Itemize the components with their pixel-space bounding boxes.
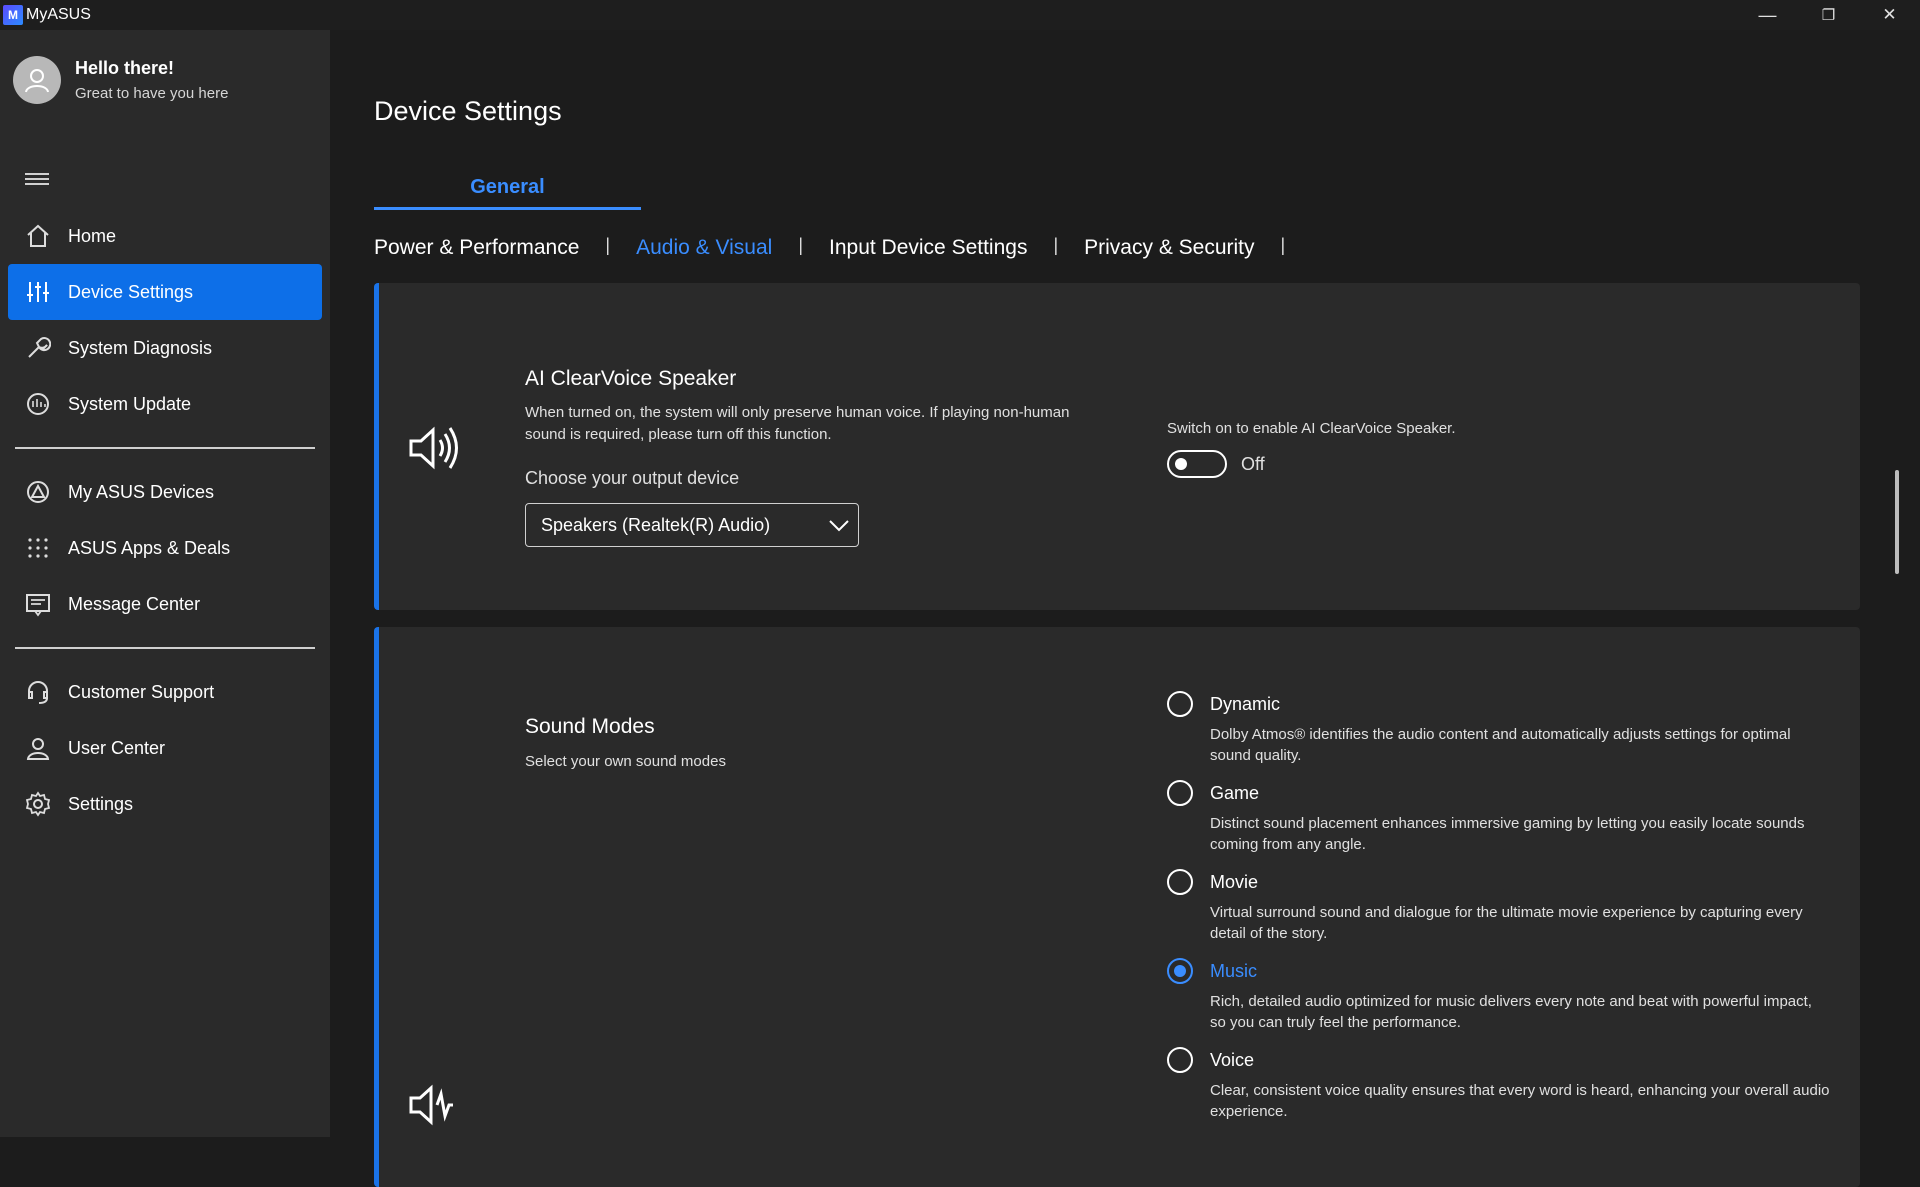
clearvoice-description: When turned on, the system will only pre… (525, 404, 1070, 443)
clearvoice-switch-state: Off (1241, 454, 1265, 474)
clearvoice-title: AI ClearVoice Speaker (525, 367, 737, 390)
subtab-power-performance[interactable]: Power & Performance (374, 236, 579, 260)
sound-mode-label-dynamic[interactable]: Dynamic (1210, 694, 1280, 715)
subtab-bar: Power & Performance | Audio & Visual | I… (374, 234, 1311, 260)
sidebar-item-my-asus-devices[interactable]: My ASUS Devices (8, 464, 322, 520)
subtab-separator: | (605, 234, 611, 255)
clearvoice-switch-hint: Switch on to enable AI ClearVoice Speake… (1167, 420, 1456, 437)
sidebar-item-label: Home (68, 225, 117, 246)
sound-mode-label-game[interactable]: Game (1210, 783, 1259, 804)
output-device-value: Speakers (Realtek(R) Audio) (541, 514, 771, 535)
message-icon (24, 590, 52, 618)
sidebar-item-label: Settings (68, 793, 134, 814)
sidebar-item-settings[interactable]: Settings (8, 776, 322, 832)
sidebar-divider (15, 447, 315, 449)
sound-mode-label-music[interactable]: Music (1210, 961, 1257, 982)
sound-mode-label-movie[interactable]: Movie (1210, 872, 1258, 893)
app-title: MyASUS (26, 6, 91, 23)
minimize-button[interactable]: — (1737, 0, 1798, 30)
home-icon (24, 222, 52, 250)
tab-general-label: General (470, 176, 545, 198)
output-device-label: Choose your output device (525, 468, 740, 488)
radio-music[interactable] (1167, 958, 1193, 984)
clearvoice-toggle[interactable] (1167, 450, 1227, 478)
user-avatar-icon (25, 69, 49, 93)
tab-active-indicator (374, 207, 641, 210)
sidebar-item-system-diagnosis[interactable]: System Diagnosis (8, 320, 322, 376)
sound-mode-desc-movie: Virtual surround sound and dialogue for … (1210, 904, 1803, 942)
page-title: Device Settings (374, 96, 562, 126)
sidebar-divider (15, 647, 315, 649)
radio-game[interactable] (1167, 780, 1193, 806)
sound-mode-desc-game: Distinct sound placement enhances immers… (1210, 815, 1805, 853)
sound-modes-subtitle: Select your own sound modes (525, 753, 726, 770)
user-icon (24, 734, 52, 762)
sound-mode-desc-music: Rich, detailed audio optimized for music… (1210, 993, 1812, 1031)
main-scrollbar[interactable] (1895, 470, 1899, 574)
radio-movie[interactable] (1167, 869, 1193, 895)
sidebar-item-device-settings[interactable]: Device Settings (8, 264, 322, 320)
apps-grid-icon (24, 534, 52, 562)
update-icon (24, 390, 52, 418)
headset-icon (24, 678, 52, 706)
sidebar-item-label: Device Settings (68, 281, 194, 302)
radio-voice[interactable] (1167, 1047, 1193, 1073)
gear-icon (24, 790, 52, 818)
myasus-logo-icon: M (3, 5, 23, 25)
sidebar-item-label: Customer Support (68, 681, 215, 702)
sidebar-item-label: ASUS Apps & Deals (68, 537, 231, 558)
sound-mode-label-voice[interactable]: Voice (1210, 1050, 1254, 1071)
radio-selected-dot (1174, 965, 1186, 977)
devices-icon (24, 478, 52, 506)
restore-button[interactable]: ❐ (1798, 0, 1859, 30)
avatar (13, 56, 61, 104)
close-button[interactable]: ✕ (1859, 0, 1920, 30)
subtab-separator: | (798, 234, 803, 255)
sidebar-item-label: System Diagnosis (68, 337, 213, 358)
sidebar-item-label: System Update (68, 393, 192, 414)
sound-mode-desc-voice: Clear, consistent voice quality ensures … (1210, 1082, 1830, 1120)
chevron-down-icon (828, 514, 850, 541)
sidebar-item-label: My ASUS Devices (68, 481, 215, 502)
output-device-dropdown[interactable]: Speakers (Realtek(R) Audio) (525, 503, 859, 547)
sidebar-item-message-center[interactable]: Message Center (8, 576, 322, 632)
main-content: Device Settings General Power & Performa… (330, 30, 1920, 1187)
subtab-audio-visual[interactable]: Audio & Visual (636, 236, 772, 260)
sound-modes-title: Sound Modes (525, 715, 655, 738)
sidebar-item-label: Message Center (68, 593, 201, 614)
window-controls: — ❐ ✕ (1737, 0, 1920, 30)
sidebar-item-user-center[interactable]: User Center (8, 720, 322, 776)
speaker-volume-icon (407, 423, 461, 478)
wrench-icon (24, 334, 52, 362)
subtab-input-device-settings[interactable]: Input Device Settings (829, 236, 1027, 260)
sound-modes-card: Sound Modes Select your own sound modes … (374, 627, 1860, 1187)
clearvoice-card: AI ClearVoice Speaker When turned on, th… (374, 283, 1860, 610)
subtab-separator: | (1053, 234, 1059, 255)
sidebar-item-asus-apps-deals[interactable]: ASUS Apps & Deals (8, 520, 322, 576)
sound-mode-desc-dynamic: Dolby Atmos® identifies the audio conten… (1210, 726, 1791, 764)
subtab-privacy-security[interactable]: Privacy & Security (1084, 236, 1254, 260)
user-greeting: Hello there! (75, 58, 175, 78)
sliders-icon (24, 278, 52, 306)
radio-dynamic[interactable] (1167, 691, 1193, 717)
title-bar: M MyASUS — ❐ ✕ (0, 0, 1920, 30)
user-subtitle: Great to have you here (75, 85, 229, 102)
toggle-knob (1175, 458, 1187, 470)
sidebar-item-label: User Center (68, 737, 166, 758)
subtab-separator: | (1280, 234, 1286, 255)
hamburger-menu-icon[interactable] (25, 170, 49, 190)
sidebar: Hello there! Great to have you here Home… (0, 30, 330, 1137)
sidebar-item-home[interactable]: Home (8, 208, 322, 264)
user-profile[interactable]: Hello there! Great to have you here (13, 56, 228, 104)
sidebar-item-customer-support[interactable]: Customer Support (8, 664, 322, 720)
sidebar-item-system-update[interactable]: System Update (8, 376, 322, 432)
speaker-wave-icon (407, 1082, 455, 1133)
tab-general[interactable]: General (374, 176, 641, 210)
